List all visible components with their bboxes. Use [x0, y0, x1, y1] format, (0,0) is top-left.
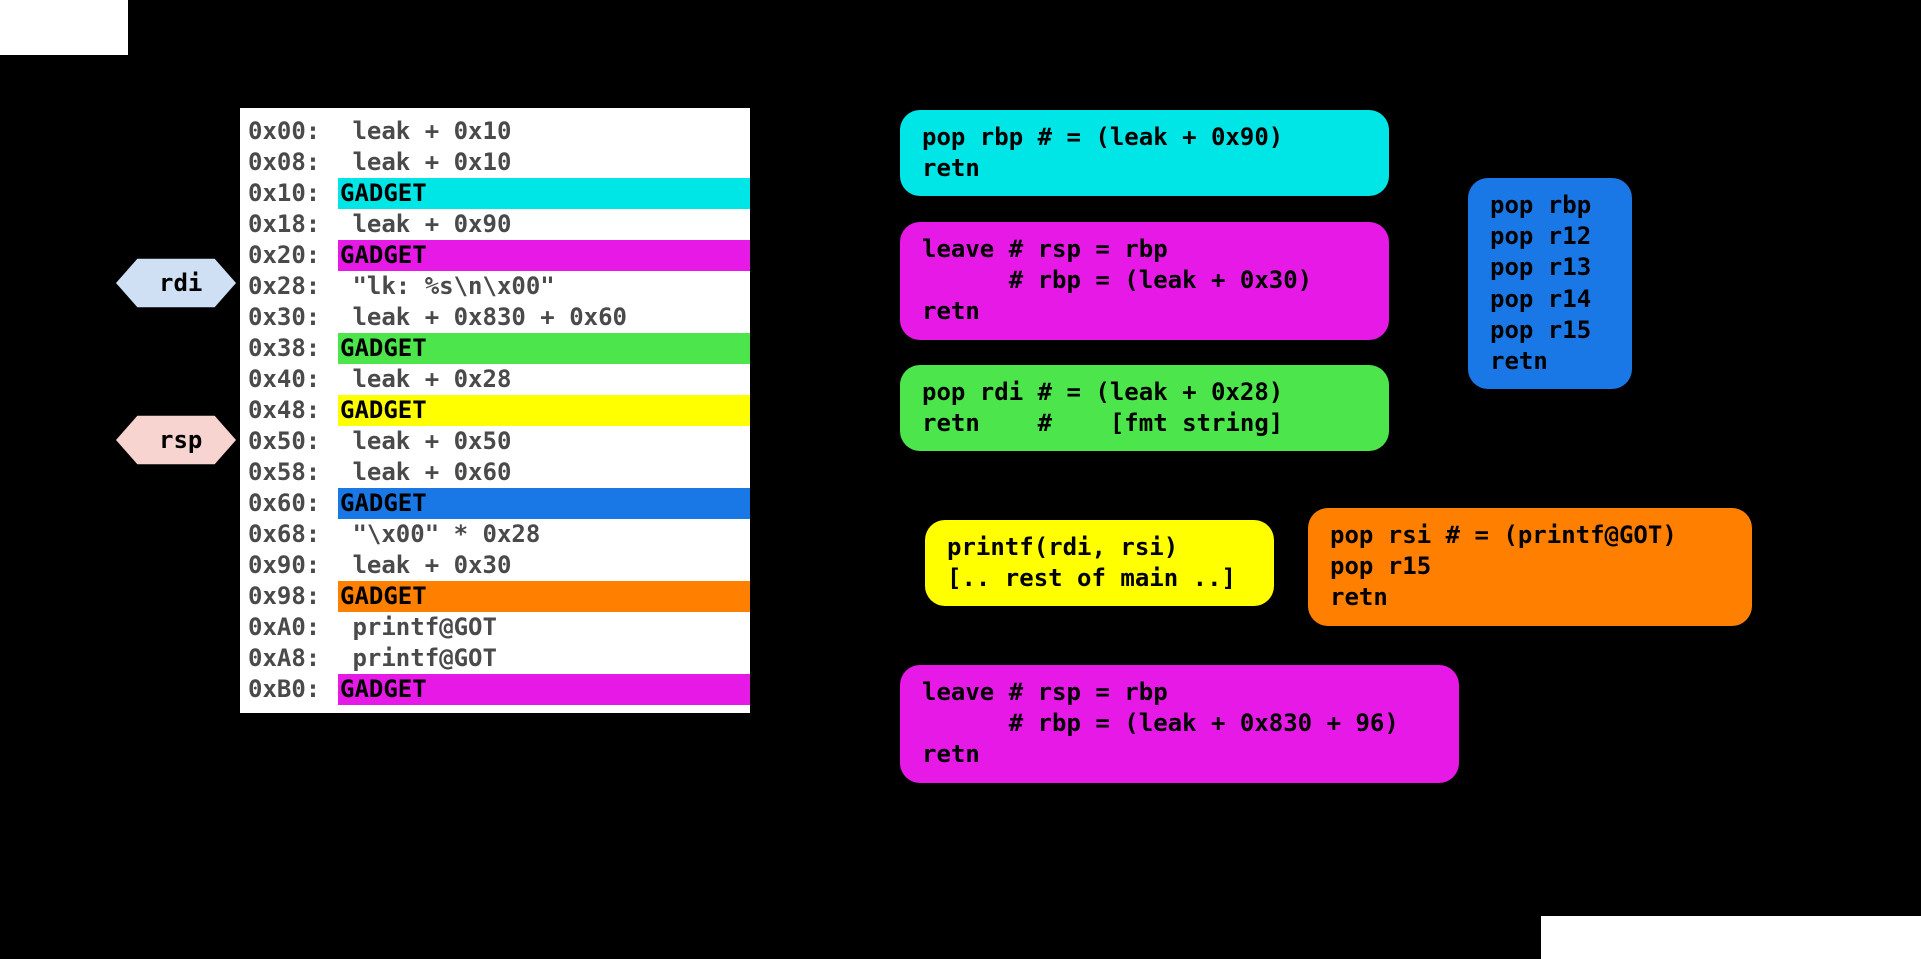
stack-row-addr: 0x08:: [240, 147, 338, 178]
stack-row-addr: 0x10:: [240, 178, 338, 209]
stack-row-addr: 0x28:: [240, 271, 338, 302]
stack-row: 0xA0: printf@GOT: [240, 612, 750, 643]
stack-row-value: printf@GOT: [338, 612, 750, 643]
stack-row-value: leak + 0x28: [338, 364, 750, 395]
stack-row-value: leak + 0x90: [338, 209, 750, 240]
stack-row: 0x38:GADGET: [240, 333, 750, 364]
stack-row: 0x68: "\x00" * 0x28: [240, 519, 750, 550]
stack-row: 0x10:GADGET: [240, 178, 750, 209]
stack-row-gadget: GADGET: [338, 178, 750, 209]
stack-row: 0x48:GADGET: [240, 395, 750, 426]
stack-row-value: leak + 0x10: [338, 147, 750, 178]
stack-row: 0xA8: printf@GOT: [240, 643, 750, 674]
register-label: rsp: [159, 425, 202, 456]
stack-row-addr: 0x18:: [240, 209, 338, 240]
stack-row: 0x20:GADGET: [240, 240, 750, 271]
stack-row-addr: 0x40:: [240, 364, 338, 395]
gadget-bubble-cyan: pop rbp # = (leak + 0x90) retn: [900, 110, 1389, 196]
stack-row: 0x28: "lk: %s\n\x00": [240, 271, 750, 302]
corner-chip-bottom-right: [1541, 916, 1921, 959]
stack-row-addr: 0xA8:: [240, 643, 338, 674]
gadget-bubble-yellow: printf(rdi, rsi) [.. rest of main ..]: [925, 520, 1274, 606]
stack-row: 0x00: leak + 0x10: [240, 116, 750, 147]
stack-row-gadget: GADGET: [338, 674, 750, 705]
stack-row-addr: 0x98:: [240, 581, 338, 612]
stack-row-gadget: GADGET: [338, 240, 750, 271]
stack-row: 0x60:GADGET: [240, 488, 750, 519]
stack-row-value: leak + 0x50: [338, 426, 750, 457]
corner-chip-top-left: [0, 0, 128, 55]
stack-row: 0x08: leak + 0x10: [240, 147, 750, 178]
stack-row-addr: 0x60:: [240, 488, 338, 519]
stack-row-gadget: GADGET: [338, 395, 750, 426]
stack-row-addr: 0x90:: [240, 550, 338, 581]
stack-row: 0x50: leak + 0x50: [240, 426, 750, 457]
gadget-bubble-magenta: leave # rsp = rbp # rbp = (leak + 0x30) …: [900, 222, 1389, 340]
stack-row-value: leak + 0x30: [338, 550, 750, 581]
stack-row-addr: 0x68:: [240, 519, 338, 550]
stack-row-addr: 0x00:: [240, 116, 338, 147]
stack-row: 0x90: leak + 0x30: [240, 550, 750, 581]
stack-row-addr: 0xB0:: [240, 674, 338, 705]
stack-row-value: "lk: %s\n\x00": [338, 271, 750, 302]
stack-row-gadget: GADGET: [338, 581, 750, 612]
stack-row-addr: 0x30:: [240, 302, 338, 333]
stack-row: 0x18: leak + 0x90: [240, 209, 750, 240]
gadget-bubble-magenta-2: leave # rsp = rbp # rbp = (leak + 0x830 …: [900, 665, 1459, 783]
stack-row-value: printf@GOT: [338, 643, 750, 674]
stack-row-addr: 0xA0:: [240, 612, 338, 643]
gadget-bubble-green: pop rdi # = (leak + 0x28) retn # [fmt st…: [900, 365, 1389, 451]
diagram-stage: rdi rsp 0x00: leak + 0x100x08: leak + 0x…: [0, 0, 1921, 959]
stack-row-gadget: GADGET: [338, 333, 750, 364]
stack-row-value: leak + 0x830 + 0x60: [338, 302, 750, 333]
stack-row: 0xB0:GADGET: [240, 674, 750, 705]
stack-row-gadget: GADGET: [338, 488, 750, 519]
stack-row-value: leak + 0x60: [338, 457, 750, 488]
register-label: rdi: [159, 268, 202, 299]
stack-row: 0x30: leak + 0x830 + 0x60: [240, 302, 750, 333]
gadget-bubble-orange: pop rsi # = (printf@GOT) pop r15 retn: [1308, 508, 1752, 626]
stack-row: 0x40: leak + 0x28: [240, 364, 750, 395]
gadget-bubble-blue: pop rbp pop r12 pop r13 pop r14 pop r15 …: [1468, 178, 1632, 389]
register-tag-rdi: rdi: [115, 258, 237, 308]
stack-row-addr: 0x58:: [240, 457, 338, 488]
stack-row-addr: 0x20:: [240, 240, 338, 271]
stack-row: 0x98:GADGET: [240, 581, 750, 612]
stack-row-addr: 0x48:: [240, 395, 338, 426]
stack-row-value: "\x00" * 0x28: [338, 519, 750, 550]
stack-row: 0x58: leak + 0x60: [240, 457, 750, 488]
stack-row-addr: 0x38:: [240, 333, 338, 364]
register-tag-rsp: rsp: [115, 415, 237, 465]
stack-row-value: leak + 0x10: [338, 116, 750, 147]
stack-row-addr: 0x50:: [240, 426, 338, 457]
stack-panel: 0x00: leak + 0x100x08: leak + 0x100x10:G…: [240, 108, 750, 713]
